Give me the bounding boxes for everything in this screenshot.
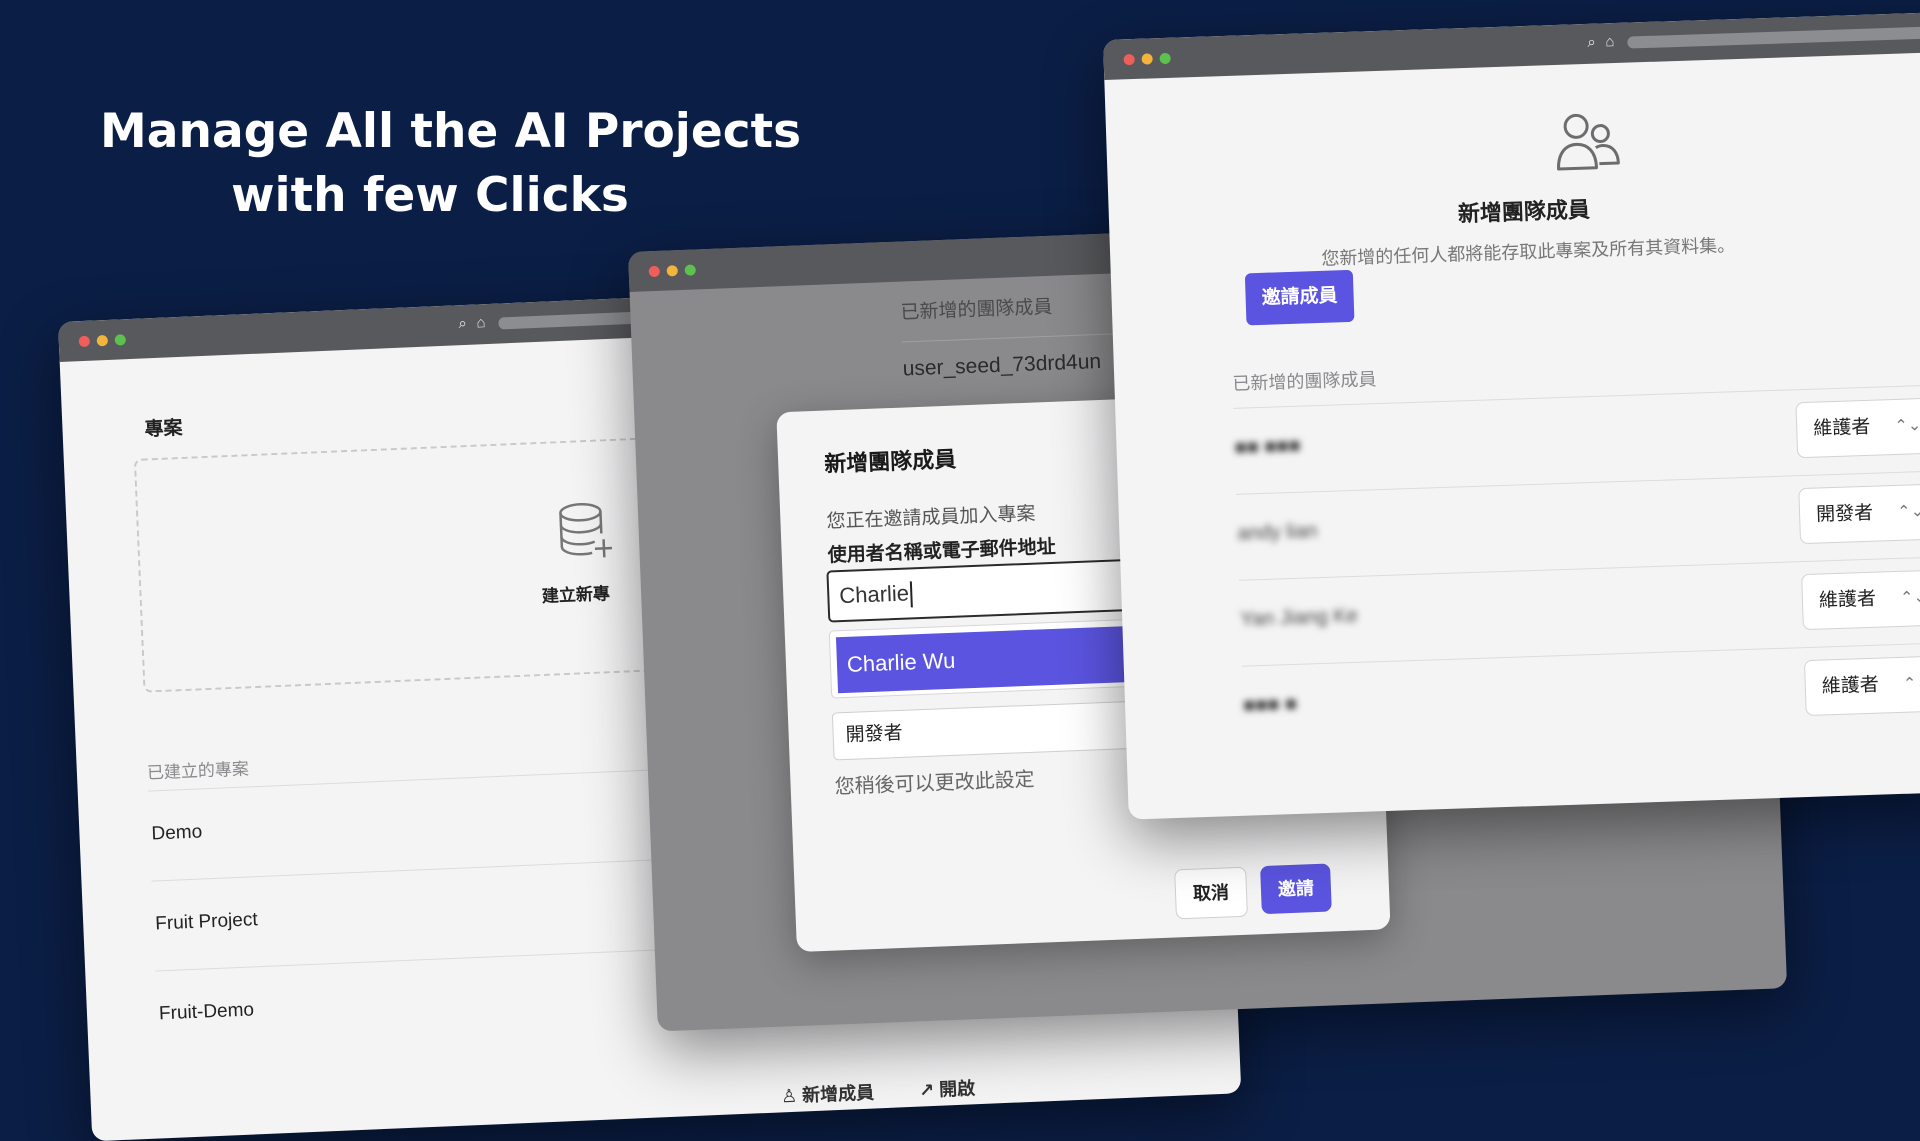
maximize-dot[interactable] [1159,52,1171,65]
chevron-updown-icon: ⌃⌄ [1899,588,1920,607]
member-name: ■■ ■■■ [1234,434,1301,459]
headline: Manage All the AI Projects with few Clic… [100,100,802,228]
chevron-updown-icon: ⌃⌄ [1897,503,1920,521]
added-members-label: 已新增的團隊成員 [1232,369,1377,394]
role-value: 維護者 [1812,416,1871,440]
create-project-dropzone[interactable]: 建立新專 [133,435,708,693]
minimize-dot[interactable] [666,265,678,277]
team-members-window: ⌕ ⌂ 新增團隊成員 您新增的任何人都將能存取此專案及所有其資料集。 邀請成員 … [1103,11,1920,820]
role-hint: 您稍後可以更改此設定 [834,768,1035,799]
search-icon[interactable]: ⌕ [458,315,467,332]
members-heading: 已新增的團隊成員 [900,296,1053,324]
address-bar[interactable] [1627,25,1920,49]
add-member-label: 新增成員 [801,1082,875,1106]
create-project-label: 建立新專 [541,584,611,606]
text-caret [909,581,913,608]
headline-line-2: with few Clicks [231,168,629,223]
role-value: 開發者 [1815,502,1874,526]
created-projects-label: 已建立的專案 [146,759,250,783]
project-name: Fruit-Demo [158,999,255,1025]
role-dropdown[interactable]: 維護者 ⌃⌄ [1801,569,1920,631]
member-name: andy lian [1237,520,1318,545]
close-dot[interactable] [648,265,660,278]
project-name: Demo [151,821,203,845]
close-dot[interactable] [78,335,91,348]
window-titlebar: ⌕ ⌂ [1103,11,1920,80]
bottom-actions: ♙ 新增成員 ↗ 開啟 [780,1073,1015,1109]
minimize-dot[interactable] [96,334,109,347]
member-name: Yan Jiang Ke [1239,604,1359,631]
username-input-value: Charlie [838,580,910,609]
role-value: 維護者 [1821,674,1880,698]
member-name: ■■■ ■ [1242,692,1298,717]
dialog-description: 您正在邀請成員加入專案 [826,503,1036,533]
chevron-updown-icon: ⌃⌄ [1894,417,1920,435]
open-action[interactable]: ↗ 開啟 [919,1078,976,1100]
dialog-title: 新增團隊成員 [823,446,957,477]
role-dropdown[interactable]: 維護者 ⌃⌄ [1795,397,1920,459]
role-dropdown[interactable]: 維護者 ⌃⌄ [1803,655,1920,717]
cancel-button[interactable]: 取消 [1174,866,1248,920]
maximize-dot[interactable] [684,264,696,276]
chevron-updown-icon: ⌃⌄ [1902,674,1920,693]
maximize-dot[interactable] [114,334,127,346]
project-name: Fruit Project [154,909,259,935]
invite-members-button[interactable]: 邀請成員 [1244,269,1355,326]
home-icon[interactable]: ⌂ [1605,33,1615,50]
open-label: 開啟 [938,1078,976,1100]
headline-line-1: Manage All the AI Projects [100,104,802,159]
add-member-action[interactable]: ♙ 新增成員 [781,1083,875,1107]
invite-button[interactable]: 邀請 [1260,863,1332,915]
search-icon[interactable]: ⌕ [1587,34,1596,51]
section-title: 專案 [144,417,184,441]
seed-user-name: user_seed_73drd4un [902,349,1102,381]
database-add-icon [559,503,613,558]
home-icon[interactable]: ⌂ [476,314,486,331]
role-dropdown[interactable]: 開發者 ⌃⌄ [1798,483,1920,545]
minimize-dot[interactable] [1141,53,1153,65]
team-icon [1557,113,1620,171]
close-dot[interactable] [1123,53,1135,66]
role-value: 維護者 [1818,588,1877,612]
